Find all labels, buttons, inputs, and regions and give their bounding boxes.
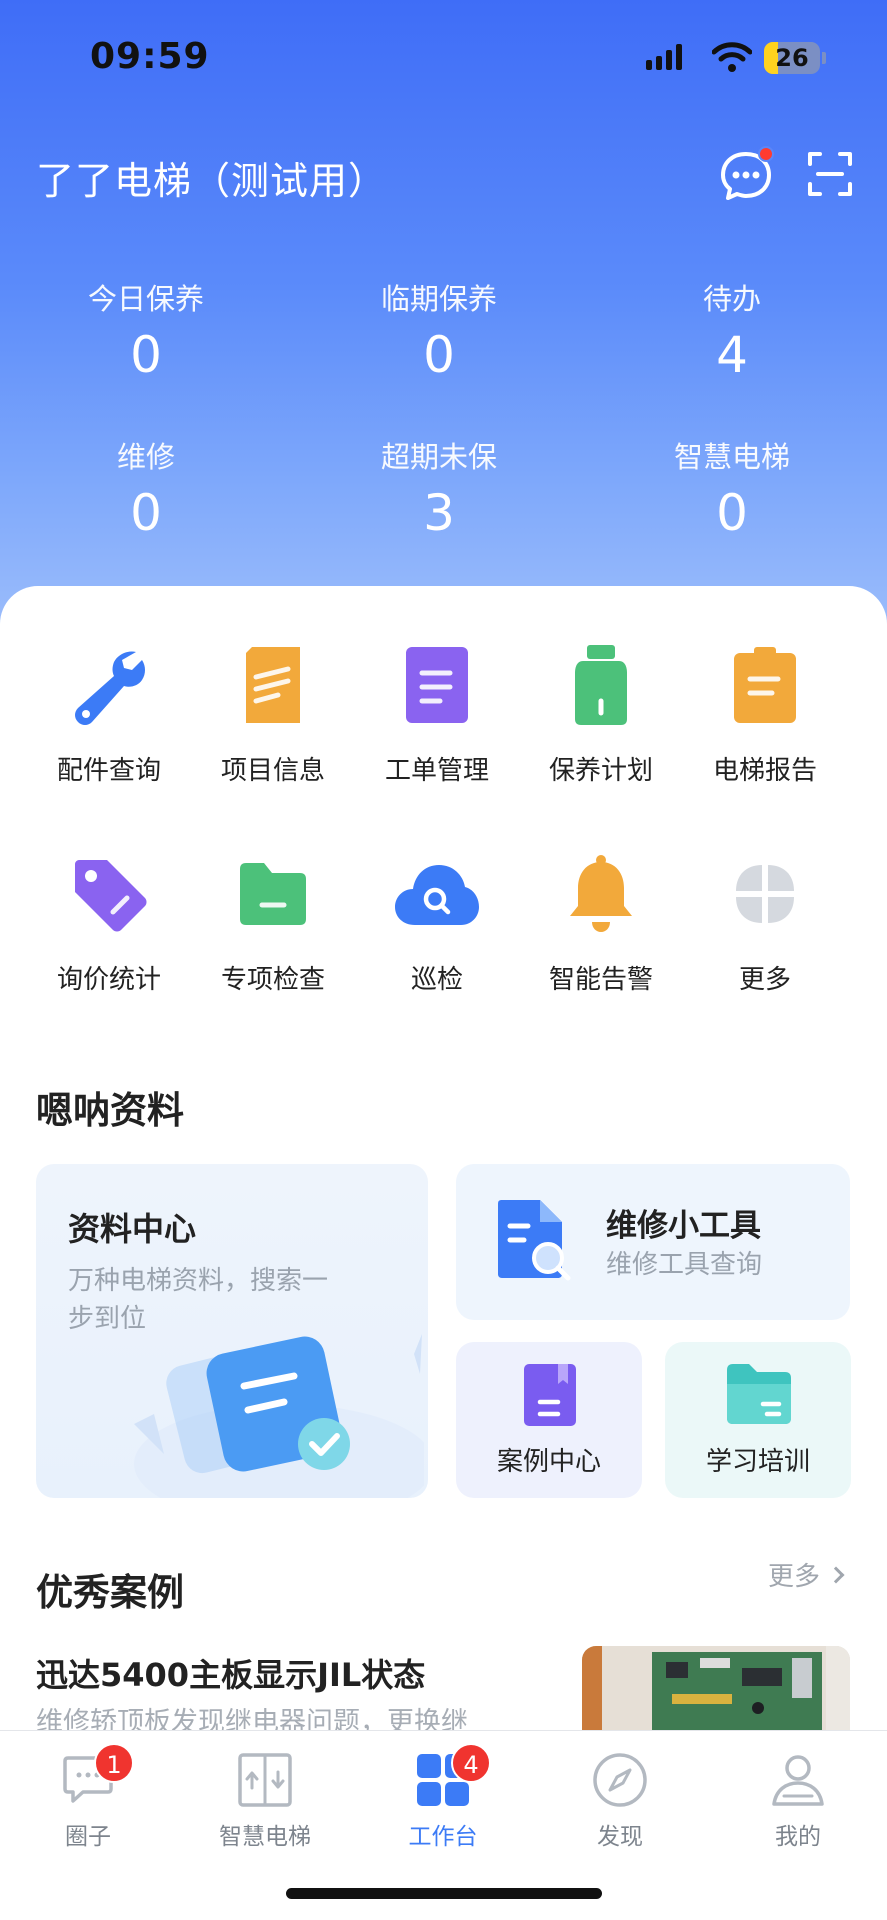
stat-label: 超期未保 [380, 440, 497, 474]
notification-badge: 4 [451, 1743, 491, 1783]
page-title: 了了电梯（测试用） [36, 159, 388, 203]
grid-label: 保养计划 [548, 756, 653, 786]
tab-circle[interactable]: 圈子 1 [28, 1743, 148, 1851]
tab-label: 智慧电梯 [219, 1824, 311, 1850]
grid-item-maintenance-plan[interactable]: 保养计划 [519, 640, 683, 787]
stat-upcoming-maintenance[interactable]: 临期保养 0 [329, 276, 549, 384]
repair-tools-card[interactable]: 维修小工具 维修工具查询 [456, 1164, 850, 1320]
cases-section-title: 优秀案例 [36, 1571, 184, 1614]
tab-label: 圈子 [65, 1824, 111, 1850]
grid-item-more[interactable]: 更多 [683, 849, 847, 996]
tab-smart-elevator[interactable]: 智慧电梯 [205, 1749, 325, 1851]
wifi-icon [712, 42, 752, 72]
document-illustration-icon [134, 1334, 424, 1498]
grid-item-special-inspection[interactable]: 专项检查 [191, 849, 355, 996]
status-time: 09:59 [90, 36, 210, 77]
battery-icon: 26 [764, 42, 820, 74]
book-icon [524, 1364, 576, 1426]
circuit-board-image [582, 1646, 850, 1730]
clipboard-icon [734, 647, 796, 723]
work-order-icon [406, 647, 468, 723]
home-indicator [286, 1888, 602, 1899]
stat-value: 0 [130, 326, 162, 384]
profile-icon [772, 1755, 824, 1806]
grid-label: 项目信息 [220, 756, 325, 786]
document-icon [246, 647, 300, 723]
grid-label: 专项检查 [220, 965, 325, 995]
stat-repair[interactable]: 维修 0 [36, 434, 256, 542]
resources-section-title: 嗯呐资料 [36, 1089, 184, 1132]
grid-label: 智能告警 [548, 965, 653, 995]
tab-label: 发现 [597, 1824, 643, 1850]
card-title: 学习培训 [705, 1447, 810, 1477]
grid-item-smart-alarm[interactable]: 智能告警 [519, 849, 683, 996]
grid-label: 工单管理 [384, 756, 489, 786]
stat-today-maintenance[interactable]: 今日保养 0 [36, 276, 256, 384]
grid-label: 询价统计 [56, 965, 161, 995]
stat-label: 待办 [702, 282, 761, 316]
grid-label: 电梯报告 [712, 756, 817, 786]
grid-label: 配件查询 [56, 756, 161, 786]
grid-label: 更多 [738, 965, 791, 995]
notification-badge: 1 [94, 1743, 134, 1783]
case-thumbnail [582, 1646, 850, 1730]
bell-icon [570, 855, 632, 932]
cases-more-link[interactable]: 更多 [768, 1556, 845, 1593]
grid-item-elevator-report[interactable]: 电梯报告 [683, 640, 847, 787]
grid-item-price-stats[interactable]: 询价统计 [27, 849, 191, 996]
training-card[interactable]: 学习培训 [665, 1342, 851, 1498]
bottle-icon [575, 645, 627, 725]
grid-item-patrol[interactable]: 巡检 [355, 849, 519, 996]
grid-label: 巡检 [410, 965, 463, 995]
stat-label: 今日保养 [87, 282, 204, 316]
stat-value: 3 [423, 484, 455, 542]
battery-level: 26 [775, 44, 809, 72]
stat-value: 0 [716, 484, 748, 542]
case-description: 维修轿顶板发现继电器问题，更换继 [36, 1707, 468, 1730]
stat-smart-elevator[interactable]: 智慧电梯 0 [622, 434, 842, 542]
stat-value: 0 [423, 326, 455, 384]
grid-item-project-info[interactable]: 项目信息 [191, 640, 355, 787]
compass-icon [593, 1753, 647, 1807]
stat-overdue[interactable]: 超期未保 3 [329, 434, 549, 542]
stat-label: 维修 [116, 440, 175, 474]
wrench-icon [75, 651, 145, 725]
card-title: 维修小工具 [606, 1208, 761, 1244]
more-grid-icon [736, 865, 794, 923]
cellular-signal-icon [646, 44, 682, 70]
chevron-right-icon [827, 1566, 845, 1584]
teal-folder-icon [727, 1364, 791, 1424]
elevator-icon [238, 1753, 292, 1807]
grid-item-parts-query[interactable]: 配件查询 [27, 640, 191, 787]
tab-workbench[interactable]: 工作台 4 [383, 1743, 503, 1851]
battery-tip [822, 52, 826, 64]
card-title: 案例中心 [496, 1447, 601, 1477]
case-title: 迅达5400主板显示JIL状态 [36, 1656, 426, 1694]
resource-center-card[interactable]: 资料中心 万种电梯资料，搜索一步到位 [36, 1164, 428, 1498]
case-center-card[interactable]: 案例中心 [456, 1342, 642, 1498]
tab-label: 我的 [775, 1824, 821, 1850]
stat-value: 0 [130, 484, 162, 542]
stat-todo[interactable]: 待办 4 [622, 276, 842, 384]
folder-icon [240, 863, 306, 925]
price-tag-icon [75, 860, 147, 932]
tab-discover[interactable]: 发现 [560, 1749, 680, 1851]
more-label: 更多 [768, 1562, 821, 1592]
stat-label: 临期保养 [380, 282, 497, 316]
stat-value: 4 [716, 326, 748, 384]
document-search-icon [498, 1200, 571, 1281]
scan-icon[interactable] [806, 150, 854, 198]
card-title: 资料中心 [68, 1210, 197, 1248]
status-bar: 09:59 26 [0, 0, 887, 110]
card-description: 维修工具查询 [606, 1250, 763, 1280]
grid-item-work-orders[interactable]: 工单管理 [355, 640, 519, 787]
stat-label: 智慧电梯 [673, 440, 790, 474]
tab-label: 工作台 [408, 1824, 478, 1850]
tab-profile[interactable]: 我的 [738, 1749, 858, 1851]
cloud-search-icon [395, 865, 479, 925]
message-dot [758, 146, 774, 162]
